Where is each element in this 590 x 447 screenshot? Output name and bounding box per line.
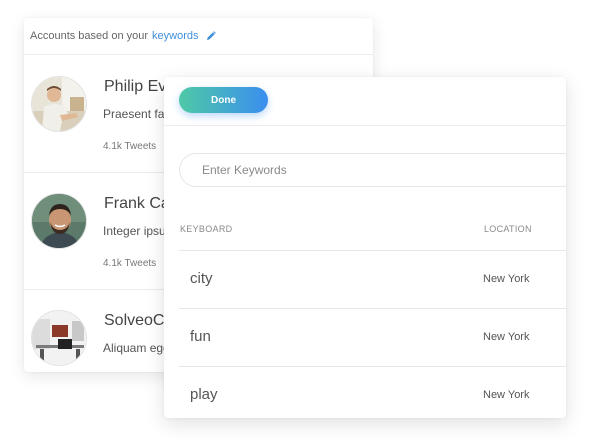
keywords-link[interactable]: keywords <box>152 30 198 42</box>
keyword-row[interactable]: play New York <box>179 366 566 418</box>
keyword-location: New York <box>483 273 530 285</box>
keywords-panel: Done KEYBOARD LOCATION city New York fun… <box>164 77 566 418</box>
keyword-row[interactable]: fun New York <box>179 308 566 366</box>
keyword-row[interactable]: city New York <box>179 250 566 308</box>
accounts-header: Accounts based on your keywords <box>24 18 373 55</box>
column-header-location: LOCATION <box>484 224 532 234</box>
account-description: Aliquam ege <box>103 341 170 355</box>
divider <box>164 125 566 126</box>
accounts-header-text: Accounts based on your <box>30 30 149 42</box>
column-header-keyword: KEYBOARD <box>180 224 233 234</box>
keywords-input[interactable] <box>179 153 566 187</box>
keyword-text: fun <box>190 328 211 345</box>
account-name[interactable]: SolveoC <box>104 312 164 330</box>
done-button[interactable]: Done <box>179 87 268 113</box>
avatar <box>31 310 87 366</box>
account-description: Integer ipsu <box>103 224 166 238</box>
account-description: Praesent fa <box>103 107 165 121</box>
pencil-icon[interactable] <box>206 31 216 41</box>
keyword-text: city <box>190 270 213 287</box>
avatar <box>31 193 87 249</box>
account-name[interactable]: Philip Ev <box>104 78 166 96</box>
tweet-count: 4.1k Tweets <box>103 258 157 269</box>
keyword-location: New York <box>483 389 530 401</box>
avatar <box>31 76 87 132</box>
tweet-count: 4.1k Tweets <box>103 141 157 152</box>
account-name[interactable]: Frank Ca <box>104 195 170 213</box>
keyword-location: New York <box>483 331 530 343</box>
keyword-text: play <box>190 386 218 403</box>
